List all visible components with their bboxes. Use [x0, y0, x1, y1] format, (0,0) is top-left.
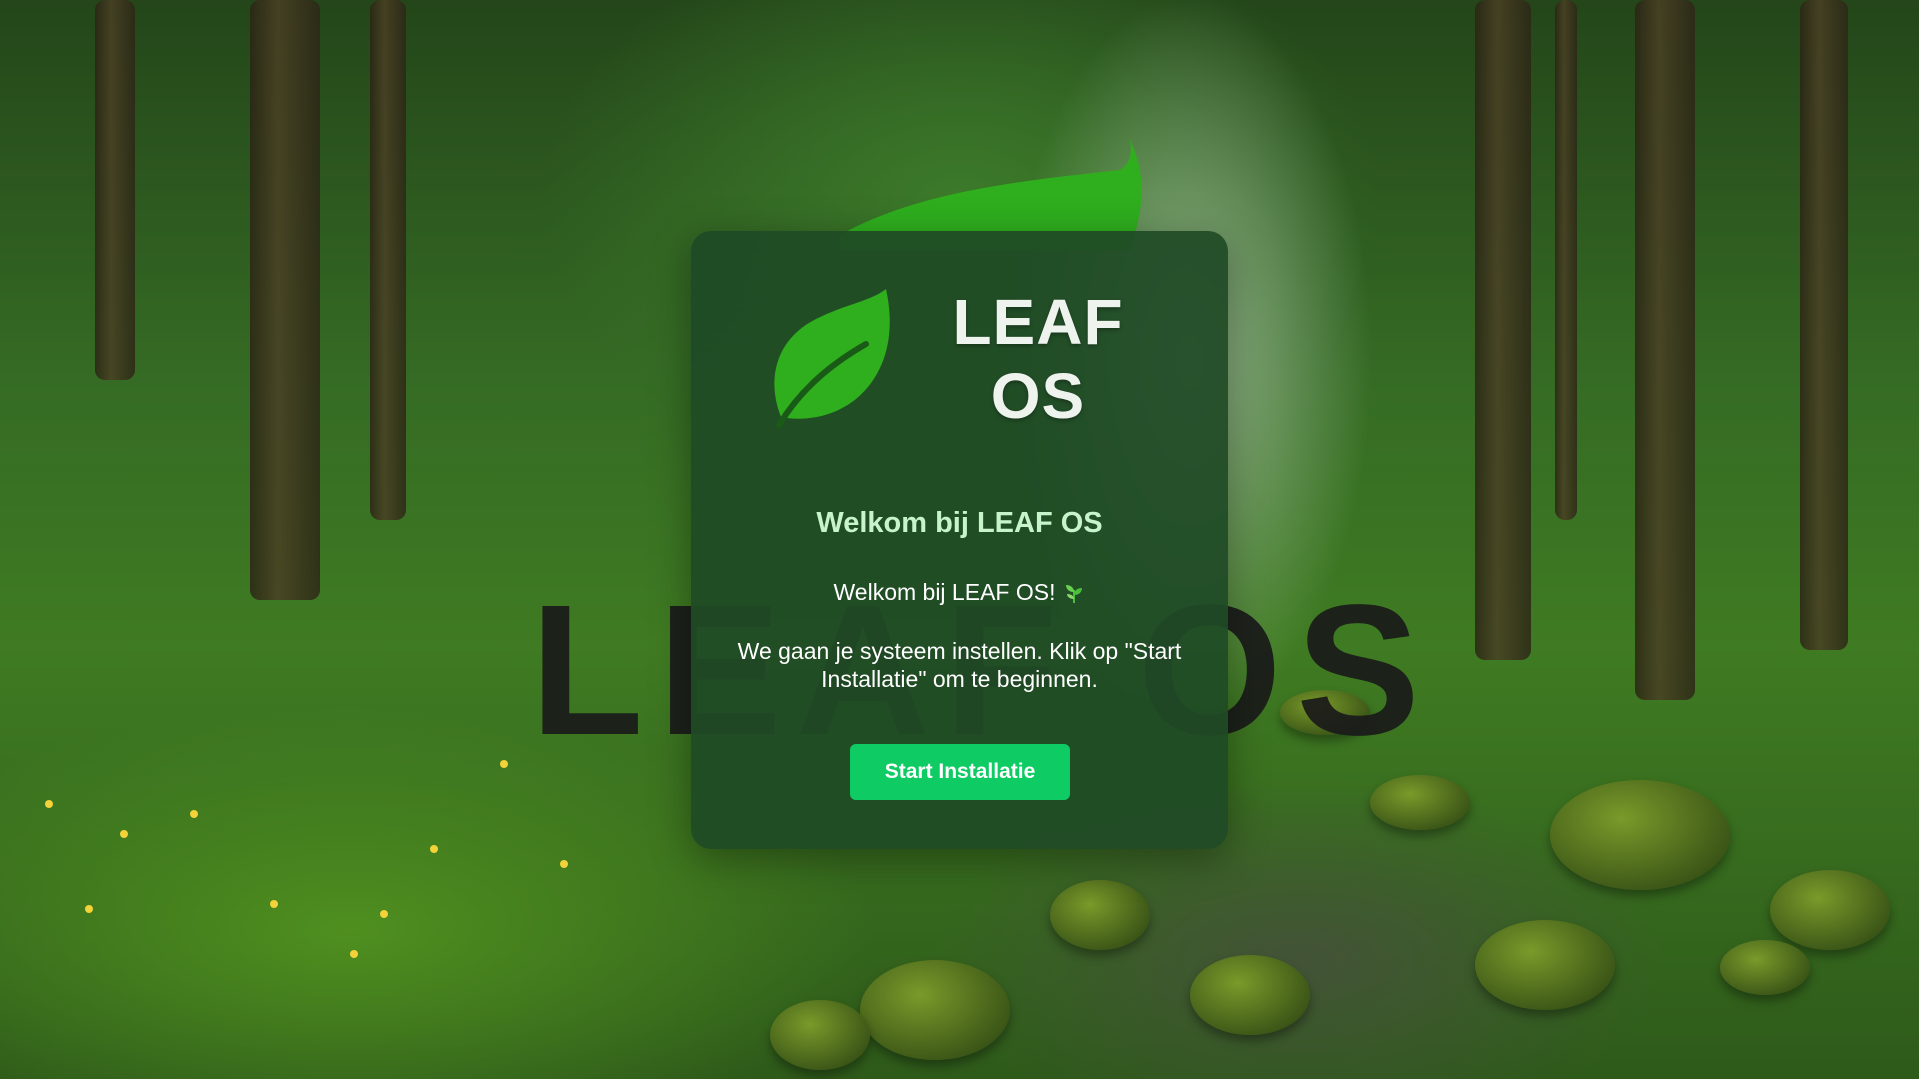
moss-rock [1720, 940, 1810, 995]
moss-rock [1370, 775, 1470, 830]
tree-trunk [370, 0, 406, 520]
moss-rock [770, 1000, 870, 1070]
welcome-title: Welkom bij LEAF OS [816, 507, 1103, 539]
moss-rock [1475, 920, 1615, 1010]
tree-trunk [95, 0, 135, 380]
start-installation-button[interactable]: Start Installatie [850, 744, 1070, 800]
tree-trunk [1635, 0, 1695, 700]
wildflower [560, 860, 568, 868]
welcome-greeting: Welkom bij LEAF OS! [691, 579, 1228, 606]
moss-rock [1050, 880, 1150, 950]
tree-trunk [1475, 0, 1531, 660]
logo: LEAF OS [761, 286, 1161, 432]
leaf-icon [774, 289, 890, 428]
moss-rock [1190, 955, 1310, 1035]
sprout-icon [1066, 585, 1083, 603]
desktop-background: LEAF OS LEAF OS Welkom bij LEAF OS Welko… [0, 0, 1919, 1079]
tree-trunk [1555, 0, 1577, 520]
wildflower [120, 830, 128, 838]
tree-trunk [250, 0, 320, 600]
setup-dialog: LEAF OS Welkom bij LEAF OS Welkom bij LE… [691, 231, 1228, 849]
moss-rock [860, 960, 1010, 1060]
wildflower [190, 810, 198, 818]
moss-rock [1770, 870, 1890, 950]
wildflower [85, 905, 93, 913]
moss-rock [1550, 780, 1730, 890]
wildflower [350, 950, 358, 958]
wildflower [500, 760, 508, 768]
wildflower [430, 845, 438, 853]
greeting-text: Welkom bij LEAF OS! [833, 579, 1056, 605]
logo-text: LEAF OS [952, 286, 1124, 432]
wildflower [270, 900, 278, 908]
setup-description: We gaan je systeem instellen. Klik op "S… [737, 638, 1182, 692]
wildflower [45, 800, 53, 808]
tree-trunk [1800, 0, 1848, 650]
wildflower [380, 910, 388, 918]
